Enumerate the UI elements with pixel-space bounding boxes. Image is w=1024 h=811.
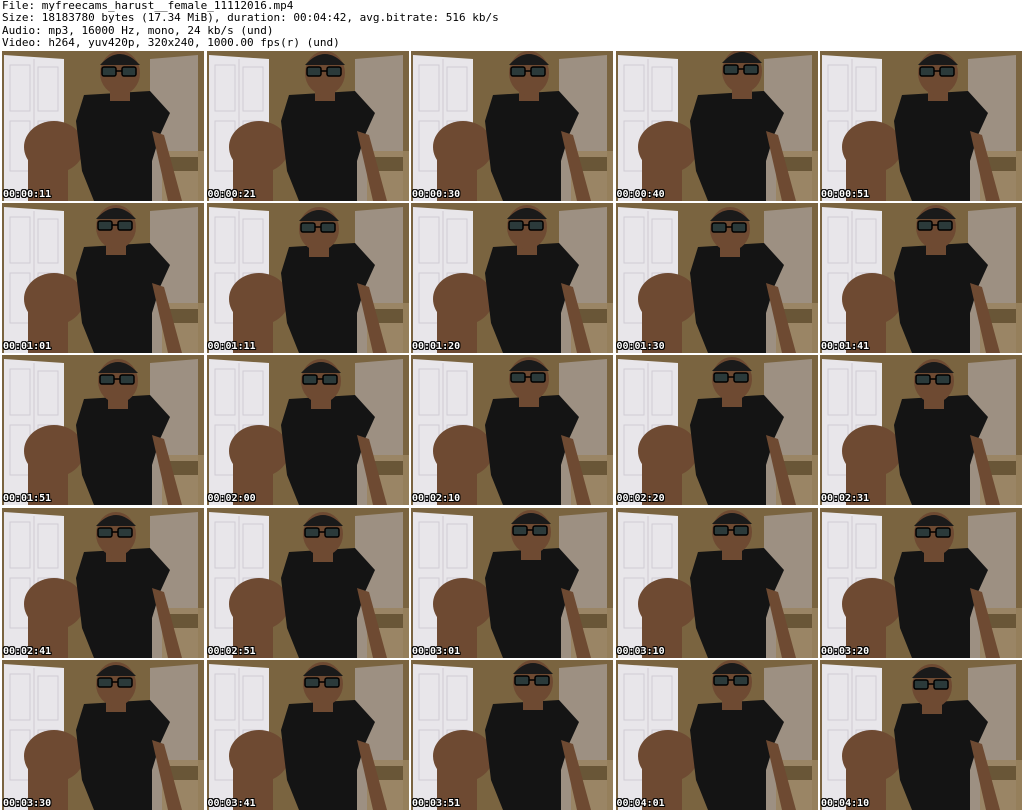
video-thumbnail: 00:03:10: [615, 507, 818, 658]
video-thumbnail: 00:01:41: [820, 203, 1022, 354]
video-thumbnail: 00:00:51: [820, 51, 1022, 201]
thumbnail-timestamp: 00:04:10: [821, 797, 870, 809]
video-info-line: Video: h264, yuv420p, 320x240, 1000.00 f…: [2, 37, 340, 50]
thumbnail-timestamp: 00:00:51: [821, 189, 870, 200]
thumbnail-timestamp: 00:03:51: [412, 797, 461, 809]
thumbnail-timestamp: 00:02:00: [207, 493, 256, 505]
thumbnail-frame-image: [615, 51, 818, 201]
video-thumbnail: 00:04:01: [615, 659, 818, 810]
video-thumbnail: 00:03:30: [2, 659, 204, 810]
video-thumbnail: 00:01:51: [2, 355, 204, 506]
video-thumbnail: 00:02:10: [411, 355, 613, 506]
video-thumbnail: 00:01:11: [206, 203, 409, 354]
thumbnail-frame-image: [2, 659, 204, 810]
thumbnail-timestamp: 00:00:11: [3, 189, 52, 200]
thumbnail-timestamp: 00:01:11: [207, 341, 256, 353]
thumbnail-timestamp: 00:01:20: [412, 341, 461, 353]
video-thumbnail: 00:02:00: [206, 355, 409, 506]
video-thumbnail: 00:00:11: [2, 51, 204, 201]
thumbnail-timestamp: 00:00:30: [412, 189, 461, 200]
thumbnail-timestamp: 00:04:01: [616, 797, 665, 809]
thumbnail-timestamp: 00:02:51: [207, 645, 256, 657]
thumbnail-frame-image: [206, 203, 409, 354]
video-thumbnail: 00:02:20: [615, 355, 818, 506]
thumbnail-frame-image: [820, 659, 1022, 810]
thumbnail-frame-image: [820, 355, 1022, 506]
video-thumbnail: 00:00:21: [206, 51, 409, 201]
video-thumbnail: 00:01:20: [411, 203, 613, 354]
thumbnail-frame-image: [615, 355, 818, 506]
thumbnail-frame-image: [206, 659, 409, 810]
thumbnail-frame-image: [206, 355, 409, 506]
video-thumbnail: 00:03:51: [411, 659, 613, 810]
thumbnail-frame-image: [2, 355, 204, 506]
thumbnail-frame-image: [2, 507, 204, 658]
thumbnail-timestamp: 00:03:10: [616, 645, 665, 657]
thumbnail-timestamp: 00:00:21: [207, 189, 256, 200]
video-thumbnail: 00:02:31: [820, 355, 1022, 506]
file-size-line: Size: 18183780 bytes (17.34 MiB), durati…: [2, 12, 499, 25]
thumbnail-frame-image: [411, 51, 613, 201]
audio-info-line: Audio: mp3, 16000 Hz, mono, 24 kb/s (und…: [2, 24, 274, 37]
video-thumbnail: 00:03:41: [206, 659, 409, 810]
thumbnail-frame-image: [615, 659, 818, 810]
thumbnail-timestamp: 00:02:31: [821, 493, 870, 505]
thumbnail-frame-image: [615, 507, 818, 658]
file-name-line: File: myfreecams_harust__female_11112016…: [2, 0, 294, 12]
thumbnail-frame-image: [411, 203, 613, 354]
thumbnail-timestamp: 00:00:40: [616, 189, 665, 200]
thumbnail-frame-image: [206, 507, 409, 658]
thumbnail-timestamp: 00:03:01: [412, 645, 461, 657]
thumbnail-frame-image: [820, 507, 1022, 658]
thumbnail-frame-image: [2, 51, 204, 201]
thumbnail-frame-image: [2, 203, 204, 354]
thumbnail-timestamp: 00:01:30: [616, 341, 665, 353]
thumbnail-timestamp: 00:01:41: [821, 341, 870, 353]
file-info-header: File: myfreecams_harust__female_11112016…: [2, 0, 1022, 50]
thumbnail-timestamp: 00:02:20: [616, 493, 665, 505]
thumbnail-timestamp: 00:01:51: [3, 493, 52, 505]
thumbnail-frame-image: [615, 203, 818, 354]
thumbnail-timestamp: 00:01:01: [3, 341, 52, 353]
thumbnail-frame-image: [820, 51, 1022, 201]
video-thumbnail: 00:00:30: [411, 51, 613, 201]
video-thumbnail: 00:01:30: [615, 203, 818, 354]
video-thumbnail: 00:01:01: [2, 203, 204, 354]
video-thumbnail: 00:02:41: [2, 507, 204, 658]
thumbnail-frame-image: [411, 659, 613, 810]
thumbnail-frame-image: [411, 355, 613, 506]
video-thumbnail: 00:03:01: [411, 507, 613, 658]
thumbnail-timestamp: 00:03:41: [207, 797, 256, 809]
thumbnail-timestamp: 00:02:10: [412, 493, 461, 505]
video-thumbnail: 00:04:10: [820, 659, 1022, 810]
thumbnail-frame-image: [411, 507, 613, 658]
thumbnail-frame-image: [206, 51, 409, 201]
thumbnail-timestamp: 00:03:30: [3, 797, 52, 809]
thumbnail-grid: 00:00:11 00:00:21 00:00:30 00:00:40 00:0…: [2, 51, 1022, 810]
video-thumbnail: 00:03:20: [820, 507, 1022, 658]
thumbnail-frame-image: [820, 203, 1022, 354]
thumbnail-timestamp: 00:02:41: [3, 645, 52, 657]
video-thumbnail: 00:02:51: [206, 507, 409, 658]
video-thumbnail: 00:00:40: [615, 51, 818, 201]
thumbnail-timestamp: 00:03:20: [821, 645, 870, 657]
